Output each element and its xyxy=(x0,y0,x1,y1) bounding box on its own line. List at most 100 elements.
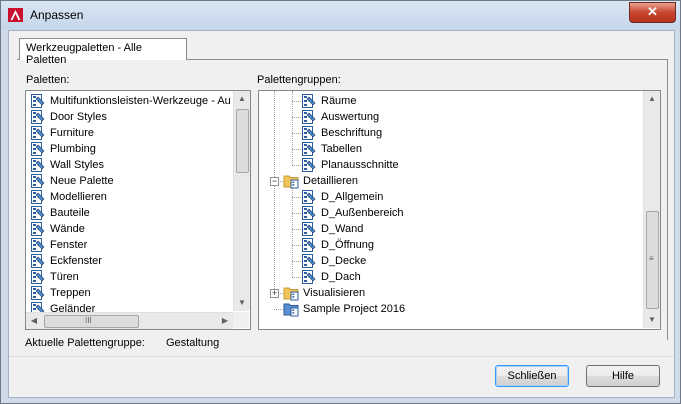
palette-icon xyxy=(301,205,319,221)
palettes-label: Paletten: xyxy=(26,74,70,86)
dialog-client-area: Werkzeugpaletten - Alle Paletten Palette… xyxy=(8,30,675,398)
tree-connector xyxy=(292,261,301,262)
tab-panel: Paletten: Multifunktionsleisten-Werkzeug… xyxy=(17,59,668,340)
window-title: Anpassen xyxy=(30,8,84,22)
tree-connector xyxy=(292,165,301,166)
palette-icon xyxy=(301,253,319,269)
palette-icon xyxy=(30,93,48,109)
expand-icon[interactable]: + xyxy=(270,289,279,298)
tree-item-label: Auswertung xyxy=(321,111,380,123)
tree-connector xyxy=(292,229,301,230)
tree-connector xyxy=(274,91,275,293)
divider xyxy=(9,356,674,357)
help-button-label: Hilfe xyxy=(611,370,634,382)
tree-connector xyxy=(292,197,301,198)
autocad-logo-icon xyxy=(8,8,23,22)
tree-item-label: Tabellen xyxy=(321,143,362,155)
palette-icon xyxy=(301,125,319,141)
palette-item-label: Wände xyxy=(50,223,85,235)
tree-item-label: D_Decke xyxy=(321,255,367,267)
grip-icon: ≡ xyxy=(649,254,654,263)
tree-item-label: D_Wand xyxy=(321,223,364,235)
palette-icon xyxy=(301,237,319,253)
scroll-up-icon[interactable]: ▲ xyxy=(644,91,660,107)
palette-groups-label: Palettengruppen: xyxy=(257,74,341,86)
tree-item-label: D_Außenbereich xyxy=(321,207,404,219)
tree-item-label: D_Allgemein xyxy=(321,191,384,203)
palette-icon xyxy=(30,205,48,221)
palette-icon xyxy=(30,285,48,301)
customize-dialog: Anpassen ✕ Werkzeugpaletten - Alle Palet… xyxy=(0,0,681,404)
palette-item-label: Multifunktionsleisten-Werkzeuge - Au xyxy=(50,95,231,107)
palettes-vertical-scrollbar[interactable]: ▲ ▼ xyxy=(233,91,250,311)
tree-item-label: Räume xyxy=(321,95,357,107)
folder-icon xyxy=(283,173,301,189)
scroll-corner xyxy=(233,312,249,328)
palette-icon xyxy=(301,189,319,205)
palette-icon xyxy=(30,253,48,269)
title-bar[interactable]: Anpassen ✕ xyxy=(1,1,680,30)
scroll-thumb[interactable] xyxy=(236,109,249,173)
scroll-up-icon[interactable]: ▲ xyxy=(234,91,250,107)
tree-connector xyxy=(292,149,301,150)
tree-connector xyxy=(292,117,301,118)
palette-icon xyxy=(30,221,48,237)
palette-icon xyxy=(301,269,319,285)
palette-item-label: Bauteile xyxy=(50,207,90,219)
palette-item-label: Door Styles xyxy=(50,111,107,123)
palette-icon xyxy=(30,109,48,125)
current-group-value: Gestaltung xyxy=(166,337,220,349)
tree-item-label: Sample Project 2016 xyxy=(303,303,406,315)
scroll-left-icon[interactable]: ◀ xyxy=(26,313,42,329)
tree-item-label: D_Dach xyxy=(321,271,361,283)
tree-connector xyxy=(292,245,301,246)
palette-item-label: Fenster xyxy=(50,239,88,251)
palette-item-label: Modellieren xyxy=(50,191,107,203)
help-button[interactable]: Hilfe xyxy=(586,365,660,387)
collapse-icon[interactable]: − xyxy=(270,177,279,186)
palette-item-label: Treppen xyxy=(50,287,91,299)
palette-item-label: Wall Styles xyxy=(50,159,104,171)
close-window-button[interactable]: ✕ xyxy=(629,2,676,23)
tree-connector xyxy=(274,309,283,310)
palette-item-label: Neue Palette xyxy=(50,175,114,187)
tree-connector xyxy=(292,133,301,134)
tree-item-label: Visualisieren xyxy=(303,287,366,299)
palette-icon xyxy=(30,173,48,189)
palette-icon xyxy=(30,157,48,173)
scroll-right-icon[interactable]: ▶ xyxy=(217,313,233,329)
palette-icon xyxy=(301,221,319,237)
palette-icon xyxy=(30,189,48,205)
tree-connector xyxy=(292,91,293,165)
grip-icon: III xyxy=(85,316,92,325)
close-button-label: Schließen xyxy=(507,370,557,382)
scroll-thumb-horizontal[interactable]: III xyxy=(44,315,139,328)
palette-icon xyxy=(30,125,48,141)
tree-connector xyxy=(292,187,293,277)
palette-item-label: Plumbing xyxy=(50,143,96,155)
palette-item-label: Furniture xyxy=(50,127,95,139)
scroll-down-icon[interactable]: ▼ xyxy=(644,312,660,328)
palette-icon xyxy=(301,157,319,173)
palette-icon xyxy=(301,141,319,157)
scroll-down-icon[interactable]: ▼ xyxy=(234,295,250,311)
palette-icon xyxy=(30,141,48,157)
scroll-thumb[interactable]: ≡ xyxy=(646,211,659,309)
tree-item-label: D_Öffnung xyxy=(321,239,375,251)
palette-icon xyxy=(30,269,48,285)
folder-icon xyxy=(283,301,301,317)
palettes-listbox[interactable]: Multifunktionsleisten-Werkzeuge - Au Door… xyxy=(25,90,251,330)
palette-item-label: Eckfenster xyxy=(50,255,102,267)
groups-vertical-scrollbar[interactable]: ▲ ≡ ▼ xyxy=(643,91,660,328)
palette-icon xyxy=(30,237,48,253)
close-button[interactable]: Schließen xyxy=(495,365,569,387)
folder-icon xyxy=(283,285,301,301)
current-group-label: Aktuelle Palettengruppe: xyxy=(25,337,145,349)
palette-groups-tree[interactable]: − + Räume Auswertung Beschriftung Tabellen Pl… xyxy=(258,90,661,330)
palettes-horizontal-scrollbar[interactable]: ◀ III ▶ xyxy=(26,312,233,329)
tab-all-palettes[interactable]: Werkzeugpaletten - Alle Paletten xyxy=(19,38,187,66)
tree-item-label: Planausschnitte xyxy=(321,159,399,171)
tree-connector xyxy=(292,101,301,102)
tree-item-label: Detaillieren xyxy=(303,175,359,187)
palette-item-label: Türen xyxy=(50,271,79,283)
